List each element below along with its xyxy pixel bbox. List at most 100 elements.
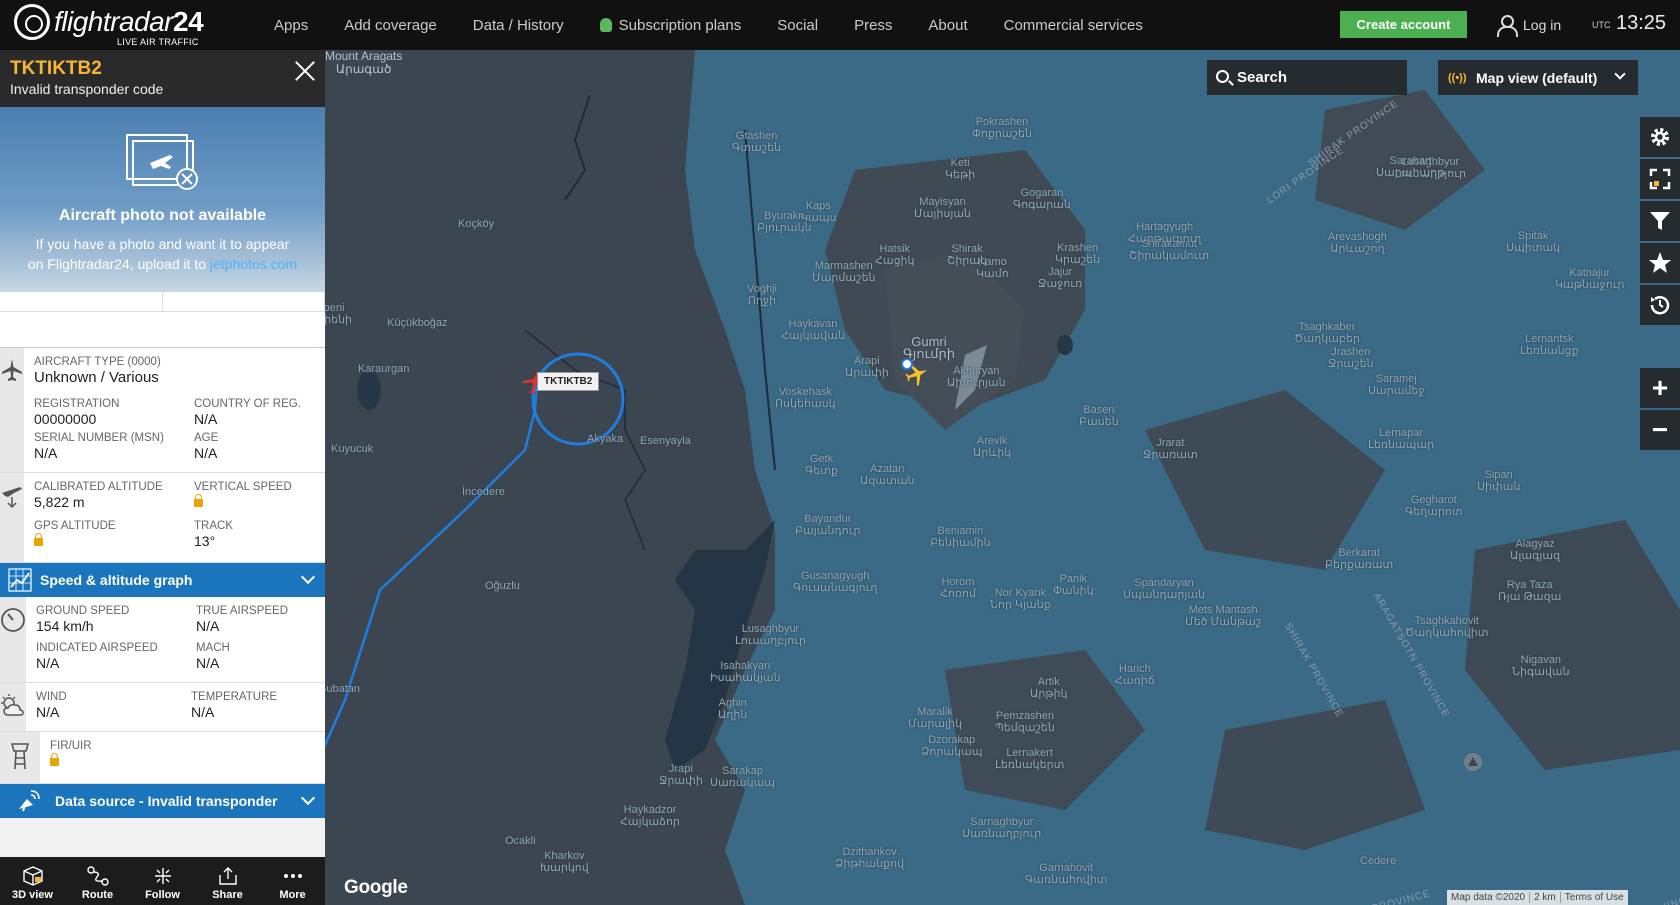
track-value: 13° — [194, 533, 216, 549]
more-button[interactable]: More — [260, 857, 325, 905]
flight-subtitle: Invalid transponder code — [10, 81, 164, 97]
map-place-label: Hatsik Հացիկ — [875, 243, 915, 267]
map-place-label: Oğuzlu — [485, 580, 520, 592]
flight-label[interactable]: TKTIKTB2 — [537, 372, 600, 391]
map-place-label: Marmashen Մարմաշեն — [812, 260, 876, 284]
zoom-in-button[interactable]: + — [1640, 368, 1680, 408]
fullscreen-button[interactable] — [1640, 159, 1680, 199]
nav-commercial-services[interactable]: Commercial services — [1004, 17, 1143, 34]
terms-link[interactable]: Terms of Use — [1561, 892, 1628, 903]
nav-subscription-plans[interactable]: Subscription plans — [599, 17, 741, 34]
country-label: COUNTRY OF REG. — [194, 398, 301, 410]
callsign: TKTIKTB2 — [10, 58, 102, 79]
temperature-value: N/A — [191, 704, 215, 720]
follow-button[interactable]: Follow — [130, 857, 195, 905]
map-place-label: İncedere — [462, 486, 505, 498]
favorites-button[interactable] — [1640, 243, 1680, 283]
logo-subtitle: LIVE AIR TRAFFIC — [117, 37, 199, 47]
route-button[interactable]: Route — [65, 857, 130, 905]
map-place-label: Jrapi Ջրափի — [659, 763, 703, 787]
photo-tab-1[interactable] — [0, 292, 163, 311]
graph-icon — [8, 568, 32, 592]
map-place-label: Tsaghkahovit Ծաղկահովիտ — [1405, 615, 1489, 639]
logo[interactable]: flightradar24 LIVE AIR TRAFFIC — [14, 4, 204, 47]
route-icon — [86, 866, 109, 886]
map-view-select[interactable]: ((•)) Map view (default) — [1438, 60, 1638, 95]
map-place-label: Keti Կեթի — [945, 157, 976, 181]
panel-header: TKTIKTB2 Invalid transponder code — [0, 50, 325, 107]
star-icon — [1649, 252, 1671, 273]
map-place-label: Sipan Սիփան — [1477, 469, 1521, 493]
chevron-down-icon — [1614, 68, 1626, 80]
calibrated-altitude-label: CALIBRATED ALTITUDE — [34, 481, 163, 493]
map-place-label: Maralik Մարալիկ — [908, 706, 963, 730]
3d-view-button[interactable]: 3D view — [0, 857, 65, 905]
track-label: TRACK — [194, 520, 233, 532]
nav-press[interactable]: Press — [854, 17, 892, 34]
map-place-label: Koçköy — [458, 218, 495, 230]
true-airspeed-value: N/A — [196, 618, 220, 634]
settings-button[interactable] — [1640, 117, 1680, 157]
user-icon — [1497, 15, 1518, 37]
control-tower-icon — [10, 743, 30, 770]
scale-bar[interactable]: 2 km — [1530, 892, 1561, 903]
map-place-label: Bayandur Բայանդուր — [795, 513, 861, 537]
map-place-label: Dzorakap Ձորակապ — [921, 734, 983, 758]
map-place-label: Nor Kyank Նոր Կյանք — [990, 587, 1051, 611]
search-icon — [1216, 70, 1229, 83]
speed-section: GROUND SPEED 154 km/h TRUE AIRSPEED N/A IN… — [0, 597, 325, 683]
airplane-icon — [2, 359, 22, 381]
expand-icon — [1649, 168, 1671, 190]
map[interactable]: Gtashen Գտաշեն Kaps Կապս Byurakn Բյուրակն K… — [305, 50, 1680, 905]
map-place-label: Kuyucuk — [331, 443, 374, 455]
login-button[interactable]: Log in — [1497, 15, 1561, 37]
speedometer-icon — [1, 608, 25, 632]
nav-about[interactable]: About — [928, 17, 967, 34]
chevron-down-icon — [300, 569, 316, 585]
wind-label: WIND — [36, 691, 67, 703]
map-place-label: Tsaghkaber Ծաղկաբեր — [1294, 321, 1360, 345]
map-place-label: Gogaran Գոգարան — [1013, 187, 1071, 211]
zoom-controls: + − — [1640, 368, 1680, 452]
country-value: N/A — [194, 411, 218, 427]
photo-help-text: If you have a photo and want it to appea… — [27, 236, 298, 272]
lock-icon[interactable] — [194, 494, 203, 507]
msn-label: SERIAL NUMBER (MSN) — [34, 432, 164, 444]
nav-data-history[interactable]: Data / History — [473, 17, 564, 34]
map-place-label: Gegharot Գեղարոտ — [1405, 494, 1463, 518]
zoom-out-button[interactable]: − — [1640, 410, 1680, 450]
photo-tab-2[interactable] — [163, 292, 325, 311]
data-source-label: Data source - Invalid transponder — [55, 793, 278, 809]
photo-title: Aircraft photo not available — [58, 207, 267, 224]
close-panel-button[interactable] — [294, 60, 316, 82]
chevron-down-icon — [300, 790, 316, 806]
share-button[interactable]: Share — [195, 857, 260, 905]
speed-altitude-graph-toggle[interactable]: Speed & altitude graph — [0, 563, 325, 597]
clock: 13:25 — [1616, 12, 1667, 34]
lock-icon[interactable] — [50, 753, 59, 766]
no-photo-icon — [126, 134, 198, 190]
map-place-label: Isahakyan Իսահակյան — [710, 660, 781, 684]
playback-button[interactable] — [1640, 285, 1680, 325]
map-place-label: Berkarat Բերքառատ — [1325, 547, 1394, 571]
map-place-label: Nigavan Նիգավան — [1512, 654, 1570, 678]
search-input[interactable]: Search — [1207, 60, 1407, 95]
data-source-toggle[interactable]: Data source - Invalid transponder — [0, 784, 325, 818]
nav-add-coverage[interactable]: Add coverage — [344, 17, 437, 34]
map-place-label: Lernapar Լեռնապար — [1368, 427, 1435, 451]
map-data-credit: Map data ©2020 — [1447, 892, 1531, 903]
registration-label: REGISTRATION — [34, 398, 120, 410]
filter-button[interactable] — [1640, 201, 1680, 241]
jetphotos-link[interactable]: jetphotos.com — [210, 256, 297, 272]
create-account-button[interactable]: Create account — [1340, 11, 1467, 38]
lock-icon[interactable] — [34, 533, 43, 546]
map-place-label: Mets Mantash Մեծ Մանթաշ — [1185, 604, 1262, 628]
aircraft-type-label: AIRCRAFT TYPE (0000) — [34, 356, 161, 368]
map-place-label: Saramej Սարամեջ — [1368, 373, 1425, 397]
map-place-label: Pemzashen Պեմզաշեն — [995, 710, 1055, 734]
nav-apps[interactable]: Apps — [274, 17, 308, 34]
nav-social[interactable]: Social — [777, 17, 818, 34]
ground-speed-value: 154 km/h — [36, 618, 94, 634]
weather-section: WIND N/A TEMPERATURE N/A — [0, 683, 325, 732]
follow-icon — [154, 868, 171, 884]
